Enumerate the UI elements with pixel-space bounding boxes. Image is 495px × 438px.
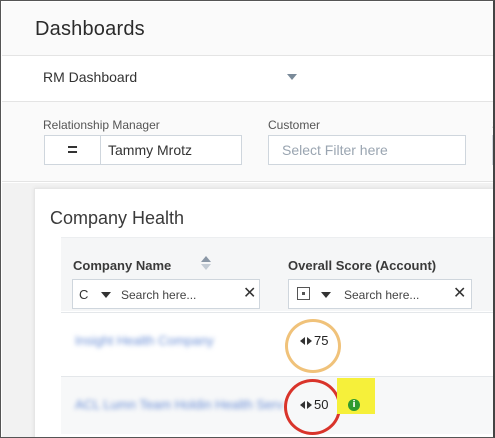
info-icon[interactable]: i <box>348 399 360 411</box>
column-header-company-name[interactable]: Company Name <box>73 258 171 273</box>
dashboard-selector-value: RM Dashboard <box>43 69 138 85</box>
rm-filter-value[interactable]: Tammy Mrotz <box>108 142 192 158</box>
table-row[interactable]: ACL Lumn Team Holdin Health Serv 50 <box>61 376 493 434</box>
overall-score-filter[interactable]: ✕ <box>288 279 472 309</box>
company-name-filter[interactable]: C ✕ <box>72 279 260 309</box>
filters-bar: Relationship Manager = Tammy Mrotz Custo… <box>2 102 493 182</box>
chevron-down-icon[interactable] <box>321 292 331 298</box>
rm-filter-label: Relationship Manager <box>43 118 160 132</box>
operator-icon[interactable] <box>297 287 310 300</box>
clear-icon[interactable]: ✕ <box>243 285 256 303</box>
customer-filter-label: Customer <box>268 118 321 132</box>
page-header: Dashboards <box>2 2 493 56</box>
score-value: 75 <box>314 333 329 348</box>
column-header-overall-score[interactable]: Overall Score (Account) <box>288 258 436 273</box>
customer-filter-input[interactable] <box>269 136 465 164</box>
company-search-input[interactable] <box>121 286 231 304</box>
rm-filter-operator[interactable]: = <box>45 136 101 164</box>
card-title: Company Health <box>50 208 185 228</box>
clear-icon[interactable]: ✕ <box>453 285 466 303</box>
company-link[interactable]: Insight Health Company <box>75 333 214 348</box>
company-filter-operator[interactable]: C <box>79 287 88 302</box>
trend-arrows-icon <box>300 401 312 409</box>
sort-icon[interactable] <box>200 255 212 271</box>
trend-arrows-icon <box>300 337 312 345</box>
page-title: Dashboards <box>35 18 145 40</box>
company-link[interactable]: ACL Lumn Team Holdin Health Serv <box>75 397 283 412</box>
table-header: Company Name Overall Score (Account) C ✕… <box>61 237 493 311</box>
rm-filter[interactable]: = Tammy Mrotz <box>44 135 242 165</box>
chevron-down-icon[interactable] <box>101 292 111 298</box>
app-window: Dashboards RM Dashboard Relationship Man… <box>0 0 495 438</box>
company-health-card: Company Health Company Name Overall Scor… <box>34 188 493 437</box>
customer-filter[interactable] <box>268 135 466 165</box>
score-search-input[interactable] <box>344 286 444 304</box>
dashboard-selector[interactable]: RM Dashboard <box>2 57 493 102</box>
table-row[interactable]: Insight Health Company 75 <box>61 312 493 370</box>
chevron-down-icon[interactable] <box>287 74 297 80</box>
score-value: 50 <box>314 397 329 412</box>
